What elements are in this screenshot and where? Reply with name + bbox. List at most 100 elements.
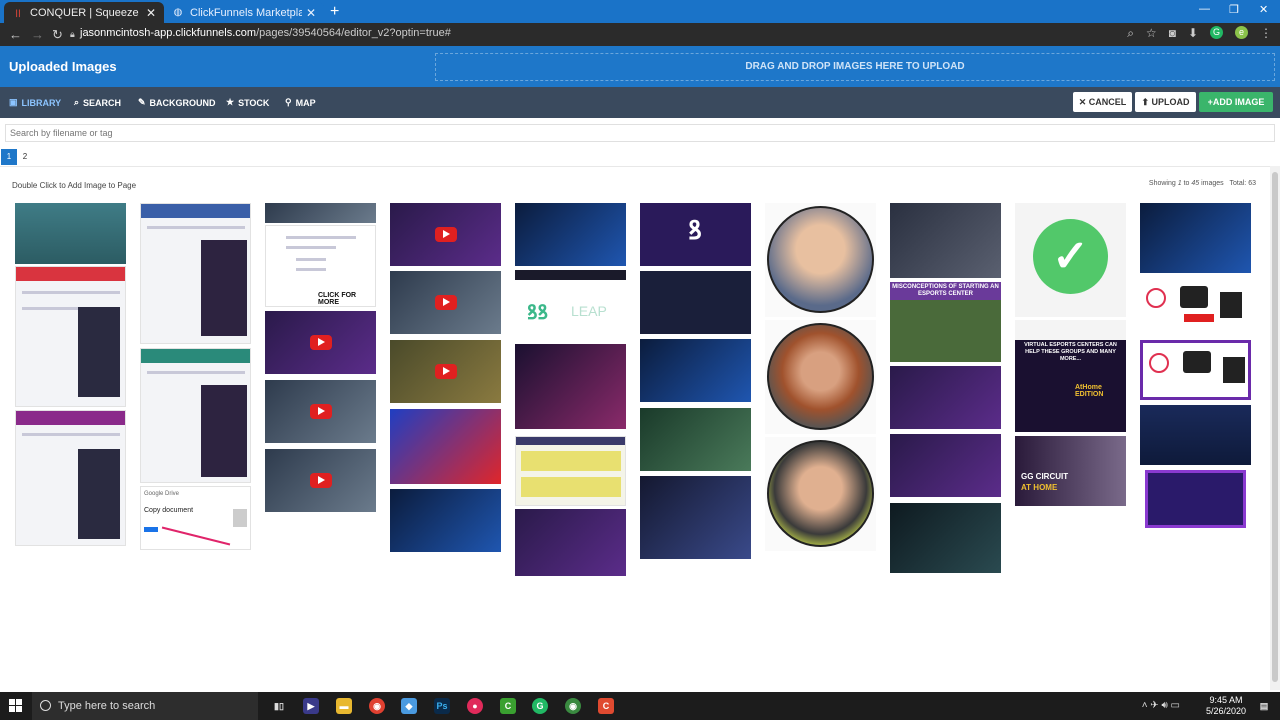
tab-background[interactable]: ✎ BACKGROUND	[138, 97, 216, 108]
extension-icon[interactable]: e	[1235, 26, 1248, 39]
image-thumbnail[interactable]	[515, 436, 626, 506]
tab-map[interactable]: ⚲ MAP	[285, 97, 316, 108]
image-thumbnail[interactable]	[640, 271, 751, 334]
task-view-icon[interactable]: ▮▯	[271, 698, 287, 714]
image-thumbnail[interactable]	[15, 410, 126, 546]
image-thumbnail[interactable]: ꝸꝸ LEAP	[515, 270, 626, 340]
close-icon[interactable]: ✕	[146, 6, 156, 20]
url-field[interactable]: jasonmcintosh-app.clickfunnels.com/pages…	[80, 27, 451, 39]
image-thumbnail[interactable]	[890, 203, 1001, 278]
page-1-button[interactable]: 1	[1, 149, 17, 165]
tab-library[interactable]: ▣ LIBRARY	[9, 97, 61, 108]
bookmark-star-icon[interactable]: ☆	[1146, 26, 1157, 41]
photoshop-icon[interactable]: Ps	[434, 698, 450, 714]
image-thumbnail[interactable]	[640, 339, 751, 402]
results-count: Showing 1 to 45 images Total: 63	[1148, 180, 1256, 187]
image-thumbnail[interactable]	[1140, 203, 1251, 273]
download-icon[interactable]: ⬇	[1188, 26, 1198, 41]
star-icon: ★	[226, 97, 235, 107]
brush-icon: ✎	[138, 97, 146, 107]
search-input[interactable]	[5, 124, 1275, 142]
video-thumbnail[interactable]	[390, 271, 501, 334]
tab-search[interactable]: ⌕ SEARCH	[74, 97, 121, 108]
image-thumbnail[interactable]	[765, 203, 876, 317]
image-thumbnail[interactable]	[140, 203, 251, 344]
camtasia-icon[interactable]: C	[500, 698, 516, 714]
zoom-icon[interactable]: ⌕	[1127, 26, 1134, 41]
clickfunnels-icon: ꞁꞁ	[15, 6, 21, 18]
cancel-button[interactable]: ✕ CANCEL	[1073, 92, 1132, 112]
tab-title: ClickFunnels Marketplace	[190, 6, 302, 19]
notifications-icon[interactable]: ▤	[1256, 698, 1272, 714]
image-thumbnail[interactable]: ꝸ	[640, 203, 751, 266]
page-2-button[interactable]: 2	[17, 149, 33, 165]
image-thumbnail[interactable]	[765, 320, 876, 434]
image-thumbnail[interactable]	[1140, 405, 1251, 465]
image-thumbnail[interactable]	[1140, 340, 1251, 400]
minimize-icon[interactable]: —	[1199, 3, 1210, 15]
scrollbar-thumb[interactable]	[1272, 172, 1278, 682]
image-thumbnail[interactable]	[515, 203, 626, 266]
image-thumbnail[interactable]	[1145, 470, 1246, 528]
reload-icon[interactable]: ↻	[52, 27, 63, 43]
image-thumbnail[interactable]: CLICK FOR MORE	[265, 225, 376, 307]
browser-tab-inactive[interactable]: ◍ ClickFunnels Marketplace ✕	[164, 2, 324, 23]
image-thumbnail[interactable]	[765, 437, 876, 551]
upload-icon: ⬆	[1141, 96, 1152, 107]
image-thumbnail[interactable]: VIRTUAL ESPORTS CENTERS CAN HELP THESE G…	[1015, 320, 1126, 432]
new-tab-icon[interactable]: +	[330, 3, 339, 21]
upload-button[interactable]: ⬆ UPLOAD	[1135, 92, 1196, 112]
image-thumbnail[interactable]	[890, 503, 1001, 573]
scrollbar[interactable]	[1270, 166, 1280, 690]
image-thumbnail[interactable]	[1140, 278, 1251, 338]
image-thumbnail[interactable]	[15, 203, 126, 264]
image-thumbnail[interactable]	[640, 408, 751, 471]
image-thumbnail[interactable]	[640, 476, 751, 559]
image-thumbnail[interactable]: GG CIRCUIT AT HOME	[1015, 436, 1126, 506]
menu-dots-icon[interactable]: ⋮	[1260, 26, 1272, 41]
page-title: Uploaded Images	[9, 59, 117, 74]
video-thumbnail[interactable]	[390, 203, 501, 266]
image-thumbnail[interactable]	[515, 344, 626, 429]
image-thumbnail[interactable]: Google Drive Copy document	[140, 486, 251, 550]
image-thumbnail[interactable]	[890, 366, 1001, 429]
image-thumbnail[interactable]	[265, 203, 376, 223]
restore-icon[interactable]: ❐	[1229, 3, 1239, 16]
video-thumbnail[interactable]	[265, 311, 376, 374]
add-image-button[interactable]: + ADD IMAGE	[1199, 92, 1273, 112]
close-window-icon[interactable]: ✕	[1259, 3, 1268, 16]
windows-start-icon[interactable]	[9, 699, 22, 712]
forward-icon[interactable]: →	[31, 27, 44, 42]
browser-tab-active[interactable]: ꞁꞁ CONQUER | Squeeze Page Funne ✕	[4, 2, 164, 23]
video-thumbnail[interactable]	[265, 380, 376, 443]
address-bar: ← → ↻ 🔒︎ jasonmcintosh-app.clickfunnels.…	[0, 23, 1280, 46]
file-explorer-icon[interactable]: ▬	[336, 698, 352, 714]
grammarly-icon[interactable]: G	[532, 698, 548, 714]
image-thumbnail[interactable]	[15, 266, 126, 407]
video-thumbnail[interactable]	[265, 449, 376, 512]
image-thumbnail[interactable]	[390, 409, 501, 484]
video-thumbnail[interactable]	[390, 340, 501, 403]
app-icon[interactable]: ◆	[401, 698, 417, 714]
image-thumbnail[interactable]	[140, 348, 251, 483]
grammarly-icon[interactable]: G	[1210, 26, 1223, 39]
image-thumbnail[interactable]	[390, 489, 501, 552]
close-icon[interactable]: ✕	[306, 6, 316, 20]
back-icon[interactable]: ←	[9, 27, 22, 42]
app-icon[interactable]: C	[598, 698, 614, 714]
drop-zone[interactable]: DRAG AND DROP IMAGES HERE TO UPLOAD	[435, 53, 1275, 81]
app-icon[interactable]: ▶	[303, 698, 319, 714]
avatar	[767, 440, 874, 547]
taskbar-search[interactable]: Type here to search	[32, 692, 258, 720]
chrome-icon[interactable]: ◉	[369, 698, 385, 714]
system-tray[interactable]: ˄ ✈ 🔊︎ ▭	[1142, 700, 1180, 711]
tab-stock[interactable]: ★ STOCK	[226, 97, 269, 108]
image-thumbnail[interactable]	[515, 509, 626, 576]
pagination: 1 2	[0, 148, 1280, 167]
chrome-icon[interactable]: ◉	[565, 698, 581, 714]
camera-icon[interactable]: ◙	[1169, 26, 1176, 41]
image-thumbnail[interactable]	[890, 434, 1001, 497]
image-thumbnail[interactable]: MISCONCEPTIONS OF STARTING AN ESPORTS CE…	[890, 282, 1001, 362]
clock[interactable]: 9:45 AM 5/26/2020	[1206, 695, 1246, 717]
app-icon[interactable]: ●	[467, 698, 483, 714]
